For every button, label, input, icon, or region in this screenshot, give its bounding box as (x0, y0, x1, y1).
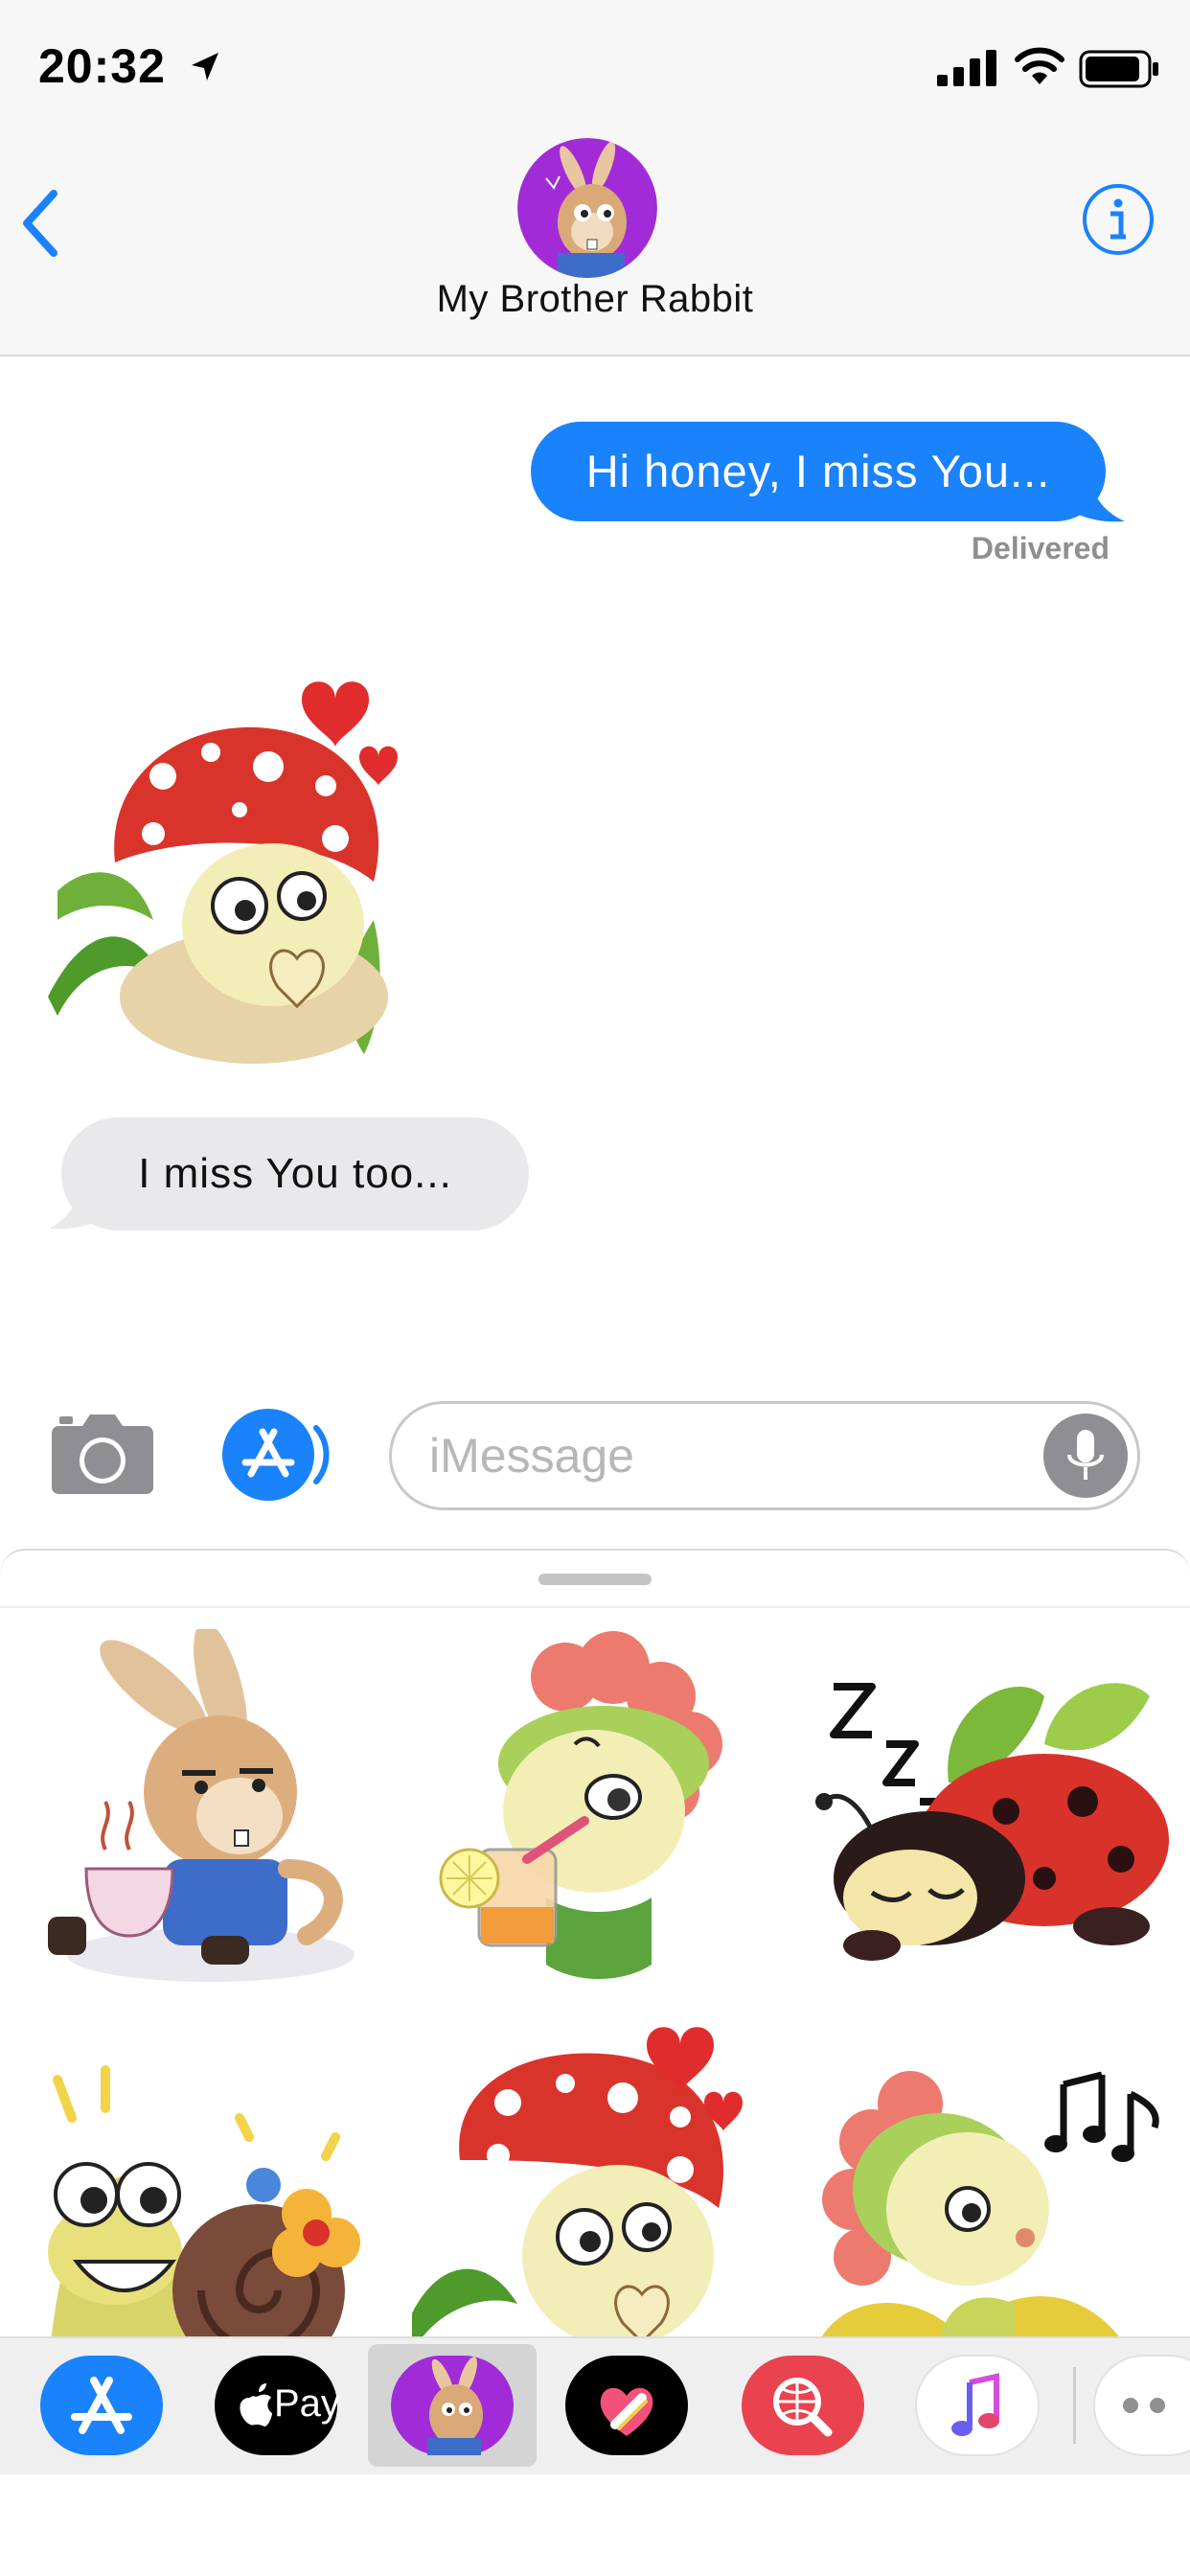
contact-name[interactable]: My Brother Rabbit (0, 278, 1190, 321)
sleeping-ladybug-sticker[interactable] (795, 1629, 1179, 1993)
mushroom-hearts-sticker-message[interactable] (48, 671, 422, 1073)
apple-pay-app-icon[interactable]: Pay (213, 2354, 340, 2457)
rabbit-tea-sticker[interactable] (19, 1629, 402, 1993)
digital-touch-app-icon[interactable] (563, 2354, 690, 2457)
incoming-message-text: I miss You too... (138, 1150, 452, 1197)
back-chevron-icon[interactable] (10, 180, 71, 266)
apple-pay-label: Pay (274, 2382, 340, 2425)
flower-lemonade-sticker[interactable] (402, 1629, 786, 1993)
camera-icon[interactable] (50, 1413, 155, 1495)
wifi-icon (1015, 47, 1064, 84)
status-time: 20:32 (38, 39, 166, 93)
conversation-header: My Brother Rabbit (0, 134, 1190, 356)
app-store-app-icon[interactable] (38, 2354, 165, 2457)
drawer-divider (0, 1606, 1190, 1608)
web-search-app-icon[interactable] (740, 2354, 866, 2457)
mushroom-hearts-sticker[interactable] (402, 2009, 786, 2373)
my-brother-rabbit-app-icon[interactable] (389, 2354, 515, 2457)
message-placeholder: iMessage (429, 1429, 634, 1483)
contact-avatar[interactable] (517, 138, 657, 278)
drawer-grabber-handle[interactable] (538, 1574, 652, 1585)
battery-icon (1079, 50, 1158, 88)
info-icon[interactable] (1081, 182, 1156, 257)
bottom-safe-area (0, 2474, 1190, 2576)
microphone-icon[interactable] (1042, 1413, 1129, 1499)
status-bar: 20:32 (0, 0, 1190, 134)
location-arrow-icon (192, 53, 218, 80)
music-app-icon[interactable] (914, 2354, 1041, 2457)
app-store-icon[interactable] (218, 1407, 335, 1503)
app-strip-separator (1073, 2367, 1076, 2444)
singing-flower-sticker[interactable] (795, 2022, 1179, 2386)
more-apps-icon[interactable] (1092, 2354, 1190, 2457)
cellular-signal-icon (937, 50, 996, 86)
delivery-status: Delivered (971, 531, 1110, 565)
outgoing-message-text: Hi honey, I miss You... (585, 446, 1051, 496)
